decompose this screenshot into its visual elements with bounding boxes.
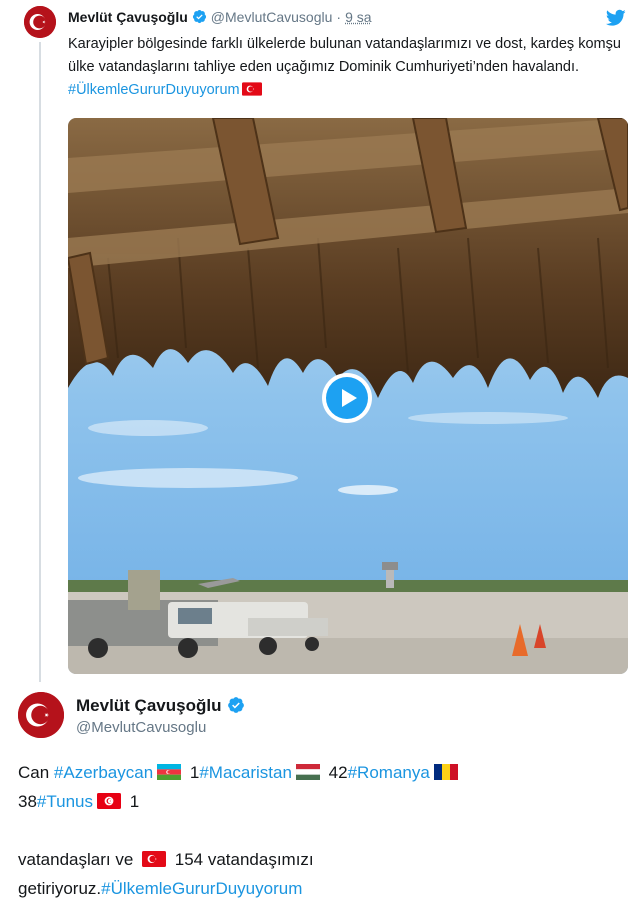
azerbaijan-flag-icon <box>157 764 182 780</box>
tweet-header: Mevlüt Çavuşoğlu @MevlutCavusoglu <box>76 696 616 736</box>
play-button[interactable] <box>322 373 372 423</box>
romania-flag-icon <box>433 764 458 780</box>
count-text: 38 <box>18 792 37 811</box>
tweet-line: vatandaşları ve 154 vatandaşımızı <box>18 845 628 874</box>
count-text: 1 <box>125 792 140 811</box>
tweet-line: Can #Azerbaycan 1#Macaristan 42#Romanya <box>18 758 628 787</box>
author-handle[interactable]: @MevlutCavusoglu <box>76 719 616 736</box>
turkey-flag-icon <box>142 851 167 867</box>
tweet-timestamp[interactable]: 9 sa <box>345 9 371 25</box>
verified-badge-icon <box>228 697 245 713</box>
turkey-flag-icon <box>241 82 262 96</box>
tweet-line: 38#Tunus 1 <box>18 787 628 816</box>
avatar[interactable] <box>18 692 64 738</box>
tweet-body-text: Karayipler bölgesinde farklı ülkelerde b… <box>68 36 621 75</box>
tunisia-flag-icon <box>97 793 121 809</box>
author-name[interactable]: Mevlüt Çavuşoğlu <box>76 696 221 715</box>
thread-connector-line <box>39 42 41 682</box>
tweet-line: getiriyoruz.#ÜlkemleGururDuyuyorum <box>18 874 628 903</box>
twitter-bird-icon[interactable] <box>606 9 626 27</box>
tweet-header: Mevlüt Çavuşoğlu @MevlutCavusoglu · 9 sa <box>68 9 628 31</box>
hashtag-link[interactable]: #ÜlkemleGururDuyuyorum <box>101 879 302 898</box>
verified-badge-icon <box>192 9 206 24</box>
count-text: 1 <box>185 763 200 782</box>
count-text: 42 <box>323 763 348 782</box>
text-segment: getiriyoruz. <box>18 879 102 898</box>
text-segment: Can <box>18 763 54 782</box>
hashtag-link-tunus[interactable]: #Tunus <box>37 792 93 811</box>
tweet-text: Karayipler bölgesinde farklı ülkelerde b… <box>68 33 628 102</box>
text-segment: 154 vatandaşımızı <box>170 850 314 869</box>
text-segment: vatandaşları ve <box>18 850 139 869</box>
hashtag-link-romanya[interactable]: #Romanya <box>348 763 430 782</box>
hungary-flag-icon <box>295 764 320 780</box>
play-icon <box>326 377 368 419</box>
avatar[interactable] <box>24 6 56 38</box>
author-handle[interactable]: @MevlutCavusoglu <box>211 9 333 25</box>
turkish-flag-avatar-icon <box>24 6 56 38</box>
video-player[interactable] <box>68 118 628 674</box>
hashtag-link[interactable]: #ÜlkemleGururDuyuyorum <box>68 82 240 98</box>
tweet-card: Mevlüt Çavuşoğlu @MevlutCavusoglu · 9 sa Ka… <box>0 0 640 682</box>
author-name[interactable]: Mevlüt Çavuşoğlu <box>68 9 188 25</box>
tweet-text: Can #Azerbaycan 1#Macaristan 42#Romanya … <box>18 758 628 903</box>
turkish-flag-avatar-icon <box>18 692 64 738</box>
hashtag-link-macaristan[interactable]: #Macaristan <box>199 763 292 782</box>
separator-dot: · <box>336 9 342 25</box>
hashtag-link-azerbaycan[interactable]: #Azerbaycan <box>54 763 153 782</box>
